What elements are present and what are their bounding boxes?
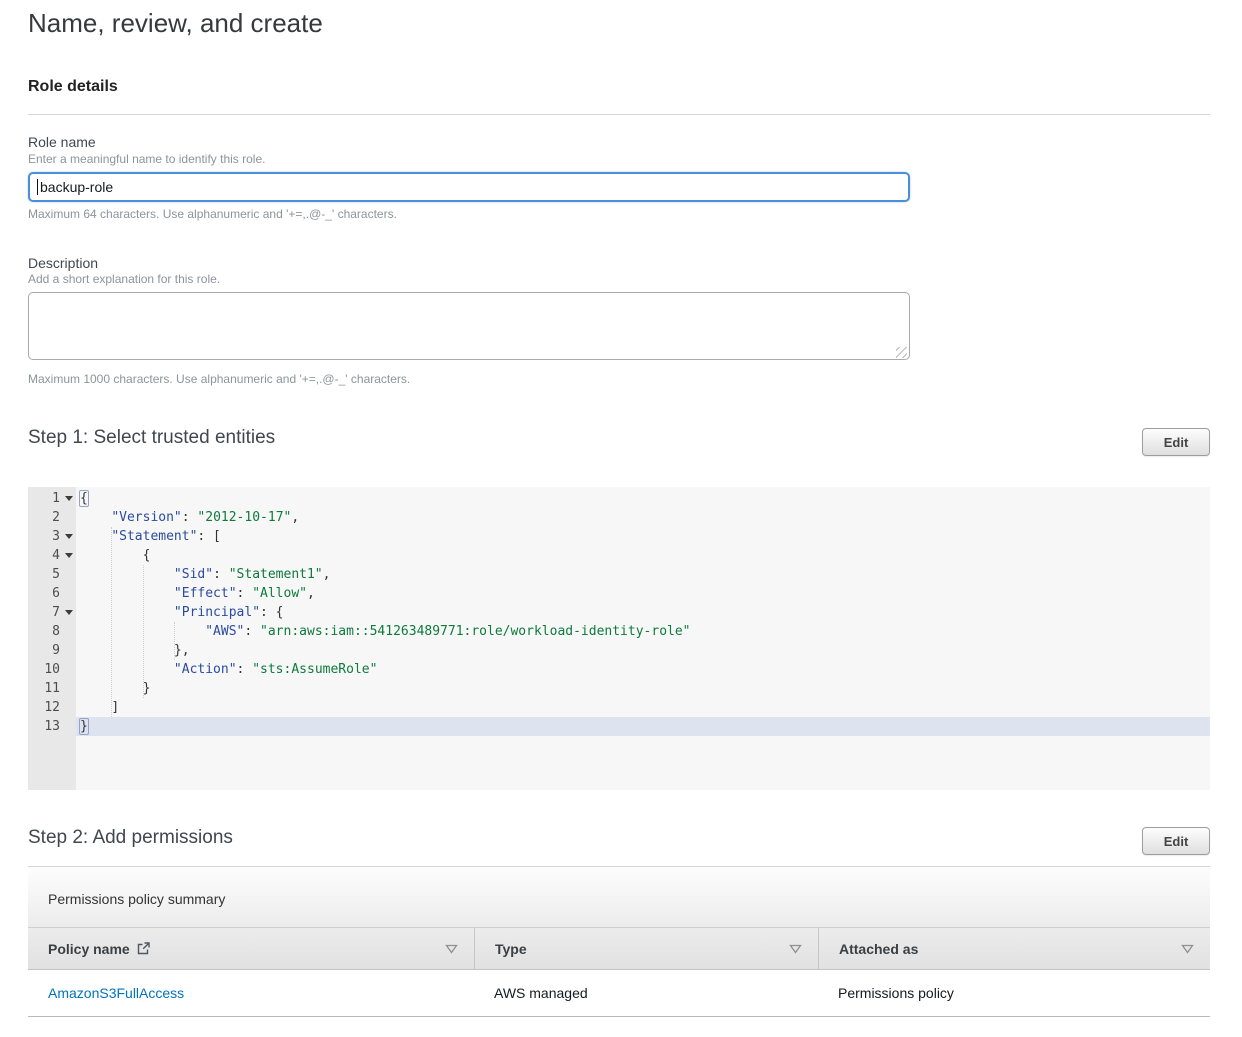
trust-policy-editor[interactable]: 12345678910111213 { "Version": "2012-10-… bbox=[28, 487, 1210, 790]
line-number: 3 bbox=[28, 527, 76, 546]
external-link-icon bbox=[137, 942, 150, 955]
step2-edit-button[interactable]: Edit bbox=[1142, 827, 1210, 855]
step2-heading: Step 2: Add permissions bbox=[28, 827, 233, 849]
code-line: "Action": "sts:AssumeRole" bbox=[76, 660, 1210, 679]
column-header-policy-name[interactable]: Policy name bbox=[28, 928, 474, 969]
description-helper: Maximum 1000 characters. Use alphanumeri… bbox=[28, 372, 410, 386]
code-line: "AWS": "arn:aws:iam::541263489771:role/w… bbox=[76, 622, 1210, 641]
line-number: 5 bbox=[28, 565, 76, 584]
column-label: Type bbox=[495, 941, 527, 957]
text-cursor bbox=[37, 179, 38, 195]
line-number: 11 bbox=[28, 679, 76, 698]
fold-arrow-icon[interactable] bbox=[65, 553, 73, 558]
code-line: "Statement": [ bbox=[76, 527, 1210, 546]
role-name-label: Role name bbox=[28, 134, 96, 150]
line-number: 6 bbox=[28, 584, 76, 603]
line-number: 13 bbox=[28, 717, 76, 736]
column-label: Attached as bbox=[839, 941, 918, 957]
textarea-resize-grip[interactable] bbox=[896, 347, 907, 358]
sort-icon[interactable] bbox=[789, 944, 802, 954]
step1-edit-button[interactable]: Edit bbox=[1142, 428, 1210, 456]
step1-heading: Step 1: Select trusted entities bbox=[28, 427, 275, 449]
line-number: 7 bbox=[28, 603, 76, 622]
line-number: 8 bbox=[28, 622, 76, 641]
policy-attached-as-cell: Permissions policy bbox=[818, 985, 1210, 1001]
role-details-divider bbox=[28, 114, 1210, 115]
description-label: Description bbox=[28, 255, 98, 271]
line-number: 10 bbox=[28, 660, 76, 679]
code-line: { bbox=[76, 546, 1210, 565]
code-line: } bbox=[76, 717, 1210, 736]
code-line: }, bbox=[76, 641, 1210, 660]
role-name-helper: Maximum 64 characters. Use alphanumeric … bbox=[28, 207, 397, 221]
role-details-heading: Role details bbox=[28, 78, 118, 96]
indent-guide bbox=[143, 565, 144, 698]
fold-arrow-icon[interactable] bbox=[65, 610, 73, 615]
column-header-attached-as[interactable]: Attached as bbox=[818, 928, 1210, 969]
page-title: Name, review, and create bbox=[28, 8, 323, 39]
permissions-panel-title: Permissions policy summary bbox=[48, 891, 225, 907]
role-name-hint: Enter a meaningful name to identify this… bbox=[28, 152, 265, 166]
permissions-panel-header: Permissions policy summary bbox=[28, 866, 1210, 928]
column-header-type[interactable]: Type bbox=[474, 928, 818, 969]
code-line: } bbox=[76, 679, 1210, 698]
column-label: Policy name bbox=[48, 941, 130, 957]
description-textarea[interactable] bbox=[28, 292, 910, 360]
description-hint: Add a short explanation for this role. bbox=[28, 272, 220, 286]
name-review-create-page: Name, review, and create Role details Ro… bbox=[0, 0, 1242, 1037]
policy-name-link[interactable]: AmazonS3FullAccess bbox=[48, 985, 184, 1001]
code-line: "Principal": { bbox=[76, 603, 1210, 622]
fold-arrow-icon[interactable] bbox=[65, 496, 73, 501]
permissions-table-header: Policy name Type bbox=[28, 928, 1210, 970]
role-name-input[interactable] bbox=[28, 172, 910, 202]
indent-guide bbox=[174, 622, 175, 660]
code-line: ] bbox=[76, 698, 1210, 717]
sort-icon[interactable] bbox=[1181, 944, 1194, 954]
line-number: 12 bbox=[28, 698, 76, 717]
fold-arrow-icon[interactable] bbox=[65, 534, 73, 539]
code-line: "Sid": "Statement1", bbox=[76, 565, 1210, 584]
line-number: 9 bbox=[28, 641, 76, 660]
sort-icon[interactable] bbox=[445, 944, 458, 954]
code-line: "Version": "2012-10-17", bbox=[76, 508, 1210, 527]
policy-type-cell: AWS managed bbox=[474, 985, 818, 1001]
policy-editor-gutter: 12345678910111213 bbox=[28, 487, 76, 790]
line-number: 4 bbox=[28, 546, 76, 565]
indent-guide bbox=[111, 527, 112, 717]
policy-editor-lines: { "Version": "2012-10-17", "Statement": … bbox=[76, 487, 1210, 790]
line-number: 2 bbox=[28, 508, 76, 527]
code-line: { bbox=[76, 489, 1210, 508]
line-number: 1 bbox=[28, 489, 76, 508]
table-row: AmazonS3FullAccess AWS managed Permissio… bbox=[28, 970, 1210, 1017]
code-line: "Effect": "Allow", bbox=[76, 584, 1210, 603]
